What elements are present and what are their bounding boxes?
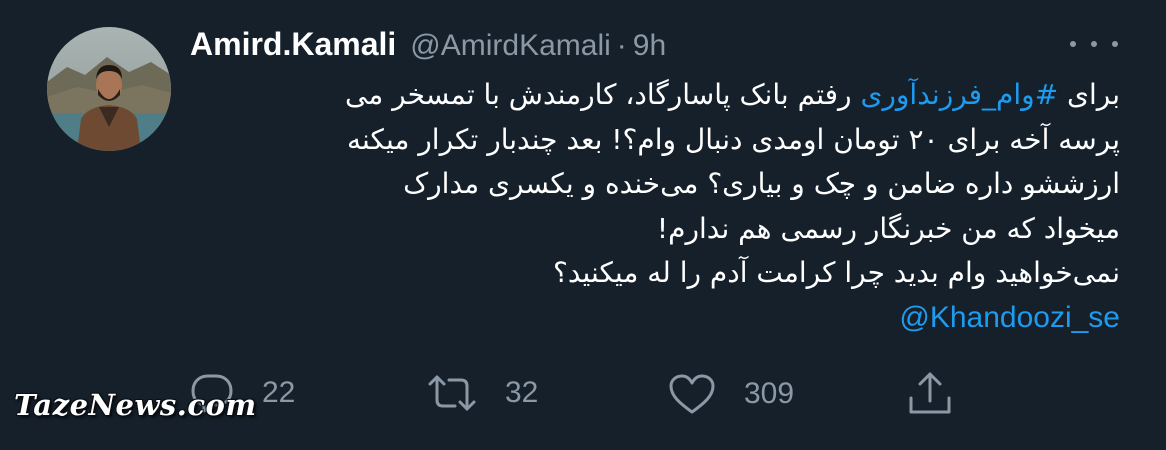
- more-dot: [1070, 41, 1076, 47]
- reply-count: 22: [262, 376, 296, 409]
- tweet-text-line: برای #وام_فرزندآوری رفتم بانک پاسارگاد، …: [190, 73, 1120, 118]
- share-icon: [909, 372, 951, 414]
- author-handle[interactable]: @AmirdKamali: [410, 29, 611, 63]
- more-icon[interactable]: [1070, 32, 1118, 56]
- like-count: 309: [744, 377, 795, 410]
- more-dot: [1112, 41, 1118, 47]
- tweet-text: برای #وام_فرزندآوری رفتم بانک پاسارگاد، …: [190, 73, 1120, 340]
- like-icon: [669, 374, 715, 414]
- retweet-icon: [428, 375, 476, 411]
- retweet-button[interactable]: 32: [427, 373, 538, 413]
- watermark-logo: TazeNews.com: [14, 388, 257, 422]
- tweet-text-line: ارزششو داره ضامن و چک و بیاری؟ می‌خنده و…: [403, 167, 1120, 200]
- author-display-name[interactable]: Amird.Kamali: [190, 26, 396, 63]
- like-button[interactable]: 309: [668, 373, 794, 415]
- author-avatar[interactable]: [47, 27, 171, 151]
- tweet-text-line: میخواد که من خبرنگار رسمی هم ندارم!: [656, 211, 1120, 245]
- tweet-text-line: @Khandoozi_se: [190, 296, 1120, 341]
- more-dot: [1091, 41, 1097, 47]
- tweet-text-segment: رفتم بانک پاسارگاد، کارمندش با تمسخر می: [344, 78, 861, 111]
- mention-link[interactable]: @Khandoozi_se: [899, 296, 1120, 341]
- tweet-text-line: پرسه آخه برای ۲۰ تومان اومدی دنبال وام؟!…: [347, 122, 1120, 156]
- tweet-text-line: نمی‌خواهید وام بدید چرا کرامت آدم را له …: [553, 256, 1120, 289]
- tweet-text-segment: برای: [1058, 78, 1120, 111]
- tweet-timestamp[interactable]: 9h: [633, 29, 666, 63]
- share-button[interactable]: [907, 371, 953, 417]
- hashtag-link[interactable]: #وام_فرزندآوری: [860, 78, 1058, 111]
- separator-dot: ·: [616, 29, 627, 62]
- tweet-header: Amird.Kamali @AmirdKamali · 9h: [190, 26, 666, 66]
- retweet-count: 32: [505, 376, 539, 409]
